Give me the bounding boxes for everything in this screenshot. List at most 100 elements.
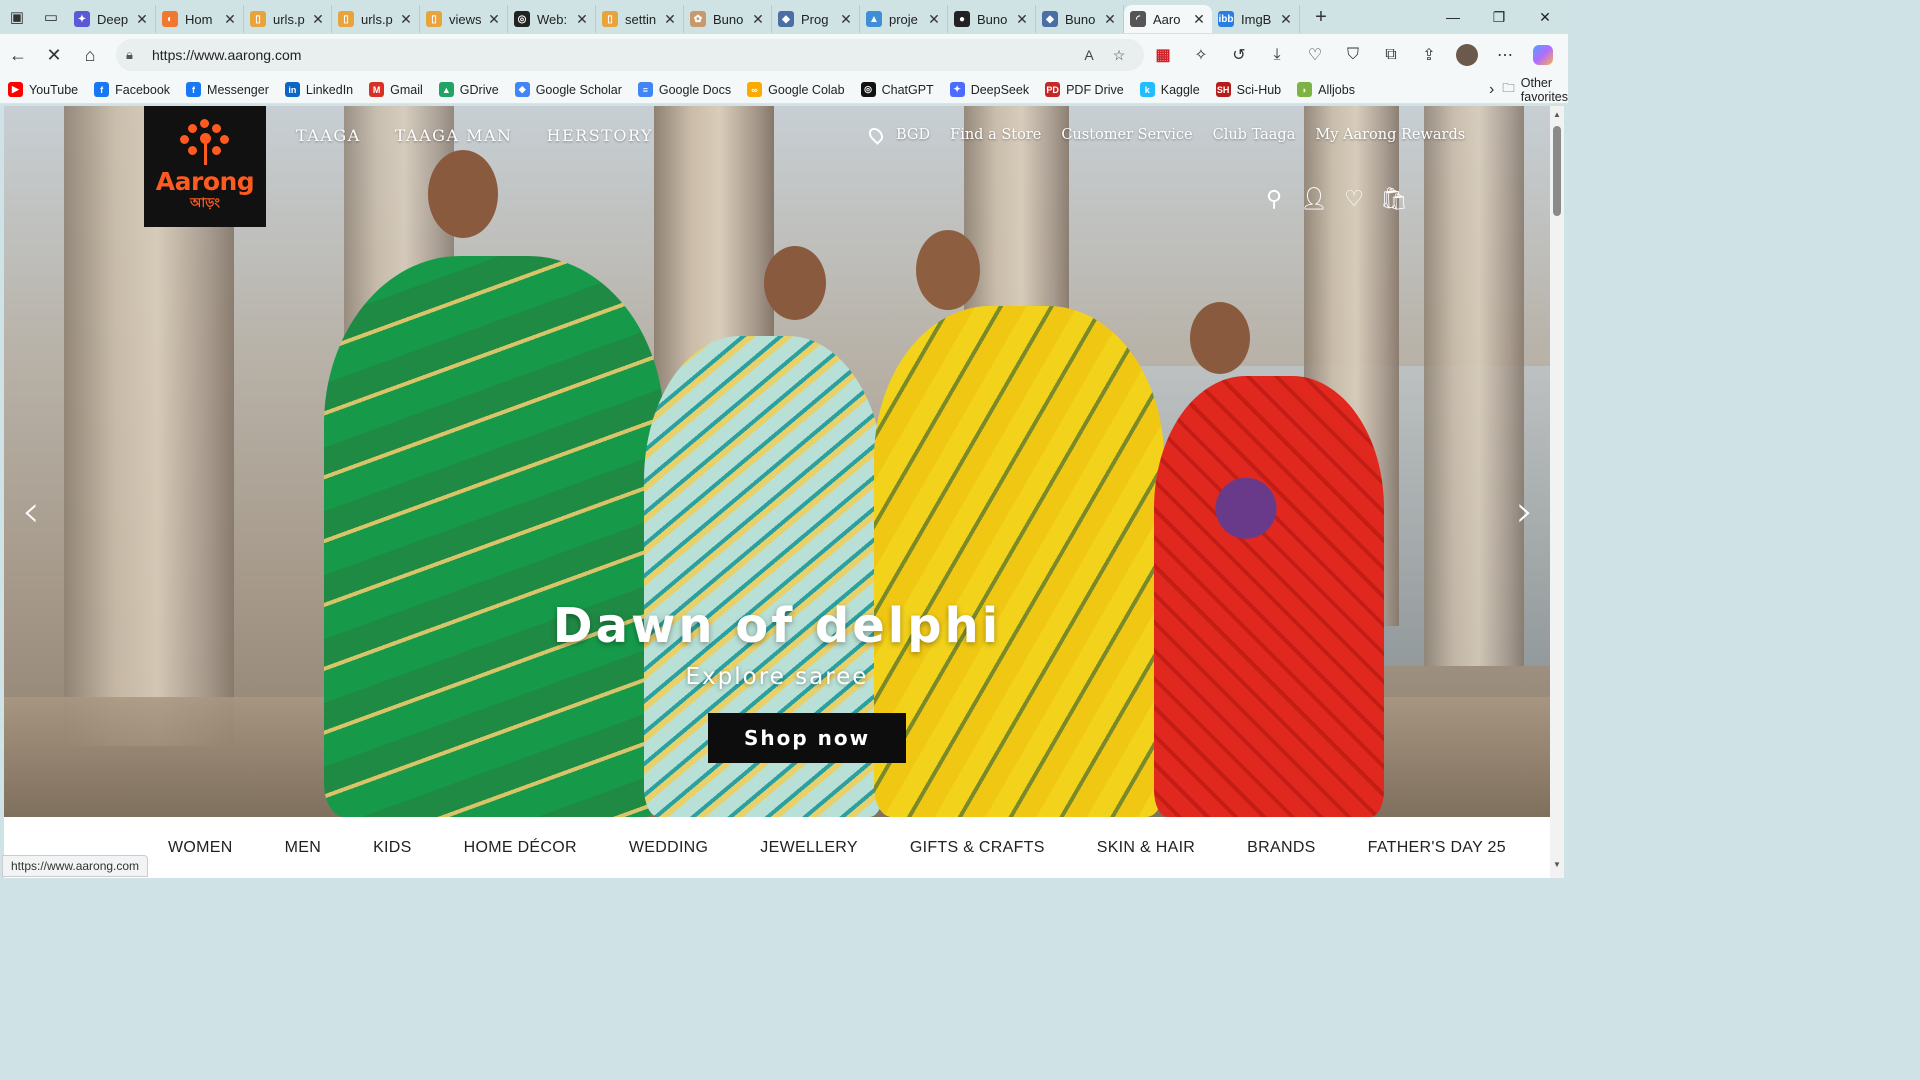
tab-close-icon[interactable]: ✕ <box>839 11 853 28</box>
tab-close-icon[interactable]: ✕ <box>1279 11 1293 28</box>
utility-nav-link[interactable]: My Aarong Rewards <box>1315 127 1465 143</box>
browser-tab[interactable]: ▲ proje ✕ <box>860 5 948 33</box>
search-icon[interactable]: ⚲ <box>1254 184 1294 214</box>
aarong-logo[interactable]: Aarong আড়ং <box>144 106 266 227</box>
bookmark-item[interactable]: ≡ Google Docs <box>637 82 731 97</box>
address-bar[interactable]: 🔒︎ https://www.aarong.com A ☆ <box>116 39 1144 71</box>
url-text[interactable]: https://www.aarong.com <box>152 47 1074 63</box>
close-window-icon[interactable]: ✕ <box>1522 0 1568 34</box>
tab-close-icon[interactable]: ✕ <box>487 11 501 28</box>
tab-close-icon[interactable]: ✕ <box>223 11 237 28</box>
brand-nav-link[interactable]: HERSTORY <box>547 126 654 145</box>
bookmark-item[interactable]: SH Sci-Hub <box>1215 82 1281 97</box>
browser-tab[interactable]: ◐ Hom ✕ <box>156 5 244 33</box>
screenshot-icon[interactable]: ⧉ <box>1372 37 1410 73</box>
utility-nav-link[interactable]: Club Taaga <box>1213 127 1296 143</box>
browser-tab[interactable]: ▯ urls.p ✕ <box>244 5 332 33</box>
carousel-next-arrow-icon[interactable]: › <box>1516 486 1534 537</box>
browser-tab[interactable]: ibb ImgB ✕ <box>1212 5 1300 33</box>
brand-nav-link[interactable]: TAAGA <box>296 126 361 145</box>
bookmark-item[interactable]: in LinkedIn <box>284 82 353 97</box>
tab-close-icon[interactable]: ✕ <box>751 11 765 28</box>
utility-nav-link[interactable]: Find a Store <box>950 127 1041 143</box>
category-link[interactable]: SKIN & HAIR <box>1097 839 1195 857</box>
shop-now-button[interactable]: Shop now <box>708 713 906 763</box>
home-icon[interactable]: ⌂ <box>72 37 108 73</box>
favorite-star-icon[interactable]: ☆ <box>1104 47 1134 64</box>
stop-loading-icon[interactable]: ✕ <box>36 37 72 73</box>
category-link[interactable]: WOMEN <box>168 839 233 857</box>
vertical-tabs-icon[interactable]: ▭ <box>34 0 68 34</box>
bookmark-item[interactable]: f Messenger <box>186 82 269 97</box>
more-bookmarks-chevron-icon[interactable]: › <box>1489 81 1496 99</box>
bookmark-item[interactable]: k Kaggle <box>1139 82 1200 97</box>
tab-close-icon[interactable]: ✕ <box>663 11 677 28</box>
bookmark-item[interactable]: ∞ Google Colab <box>747 82 845 97</box>
downloads-icon[interactable]: ⤓ <box>1258 37 1296 73</box>
tab-close-icon[interactable]: ✕ <box>927 11 941 28</box>
more-menu-icon[interactable]: ⋯ <box>1486 37 1524 73</box>
profile-avatar[interactable] <box>1448 37 1486 73</box>
extensions-icon[interactable]: ✧ <box>1182 37 1220 73</box>
browser-tab[interactable]: ● Buno ✕ <box>948 5 1036 33</box>
tab-close-icon[interactable]: ✕ <box>1192 11 1206 28</box>
read-aloud-icon[interactable]: A <box>1074 47 1104 63</box>
wishlist-heart-icon[interactable]: ♡ <box>1334 184 1374 214</box>
bookmark-item[interactable]: f Facebook <box>94 82 170 97</box>
browser-tab[interactable]: ▯ urls.p ✕ <box>332 5 420 33</box>
category-link[interactable]: FATHER'S DAY 25 <box>1368 839 1506 857</box>
browser-essentials-icon[interactable]: ⛉ <box>1334 37 1372 73</box>
category-link[interactable]: JEWELLERY <box>760 839 858 857</box>
bookmark-item[interactable]: PD PDF Drive <box>1045 82 1124 97</box>
category-link[interactable]: WEDDING <box>629 839 708 857</box>
browser-tab[interactable]: ◜ Aaro ✕ <box>1124 5 1212 33</box>
tab-close-icon[interactable]: ✕ <box>1015 11 1029 28</box>
tab-close-icon[interactable]: ✕ <box>1103 11 1117 28</box>
back-icon[interactable]: ← <box>0 37 36 73</box>
performance-icon[interactable]: ♡ <box>1296 37 1334 73</box>
scroll-down-arrow-icon[interactable]: ▼ <box>1550 860 1564 874</box>
bookmark-item[interactable]: ✦ DeepSeek <box>949 82 1029 97</box>
bookmark-item[interactable]: ▲ GDrive <box>438 82 499 97</box>
scrollbar-thumb[interactable] <box>1553 126 1561 216</box>
hero-banner[interactable]: Aarong আড়ং TAAGA TAAGA MAN HERSTORY BGD F… <box>4 106 1550 817</box>
browser-tab[interactable]: ✦ Deep ✕ <box>68 5 156 33</box>
browser-tab[interactable]: ▯ settin ✕ <box>596 5 684 33</box>
location-pin-icon[interactable] <box>866 125 886 145</box>
bookmark-item[interactable]: ◎ ChatGPT <box>860 82 934 97</box>
category-link[interactable]: GIFTS & CRAFTS <box>910 839 1045 857</box>
region-selector[interactable]: BGD <box>896 127 930 143</box>
tab-close-icon[interactable]: ✕ <box>311 11 325 28</box>
tab-close-icon[interactable]: ✕ <box>399 11 413 28</box>
browser-tab[interactable]: ✿ Buno ✕ <box>684 5 772 33</box>
history-icon[interactable]: ↺ <box>1220 37 1258 73</box>
category-link[interactable]: MEN <box>285 839 321 857</box>
tab-close-icon[interactable]: ✕ <box>135 11 149 28</box>
bookmark-item[interactable]: ◆ Google Scholar <box>514 82 622 97</box>
lock-icon[interactable]: 🔒︎ <box>126 47 146 63</box>
category-link[interactable]: KIDS <box>373 839 412 857</box>
tab-close-icon[interactable]: ✕ <box>575 11 589 28</box>
bookmark-item[interactable]: M Gmail <box>369 82 423 97</box>
bookmark-item[interactable]: ▶ YouTube <box>8 82 78 97</box>
browser-tab[interactable]: ▯ views ✕ <box>420 5 508 33</box>
copilot-icon[interactable] <box>1524 37 1562 73</box>
browser-tab[interactable]: ◎ Web: ✕ <box>508 5 596 33</box>
browser-tab[interactable]: ◆ Prog ✕ <box>772 5 860 33</box>
share-icon[interactable]: ⇪ <box>1410 37 1448 73</box>
restore-icon[interactable]: ❐ <box>1476 0 1522 34</box>
category-link[interactable]: BRANDS <box>1247 839 1315 857</box>
workspaces-icon[interactable]: ▣ <box>0 0 34 34</box>
shopping-bag-icon[interactable]: 🛍︎ <box>1374 184 1414 214</box>
brand-nav-link[interactable]: TAAGA MAN <box>395 126 513 145</box>
minimize-icon[interactable]: — <box>1430 0 1476 34</box>
new-tab-button[interactable]: + <box>1306 2 1336 32</box>
scroll-up-arrow-icon[interactable]: ▲ <box>1550 110 1564 124</box>
utility-nav-link[interactable]: Customer Service <box>1061 127 1192 143</box>
page-scrollbar[interactable]: ▲ ▼ <box>1550 106 1564 878</box>
other-favorites[interactable]: 🗀︎ Other favorites <box>1502 76 1568 104</box>
bookmark-item[interactable]: ◗ Alljobs <box>1297 82 1355 97</box>
account-icon[interactable]: 👤︎ <box>1294 184 1334 214</box>
carousel-prev-arrow-icon[interactable]: ‹ <box>22 486 40 537</box>
category-link[interactable]: HOME DÉCOR <box>464 839 577 857</box>
